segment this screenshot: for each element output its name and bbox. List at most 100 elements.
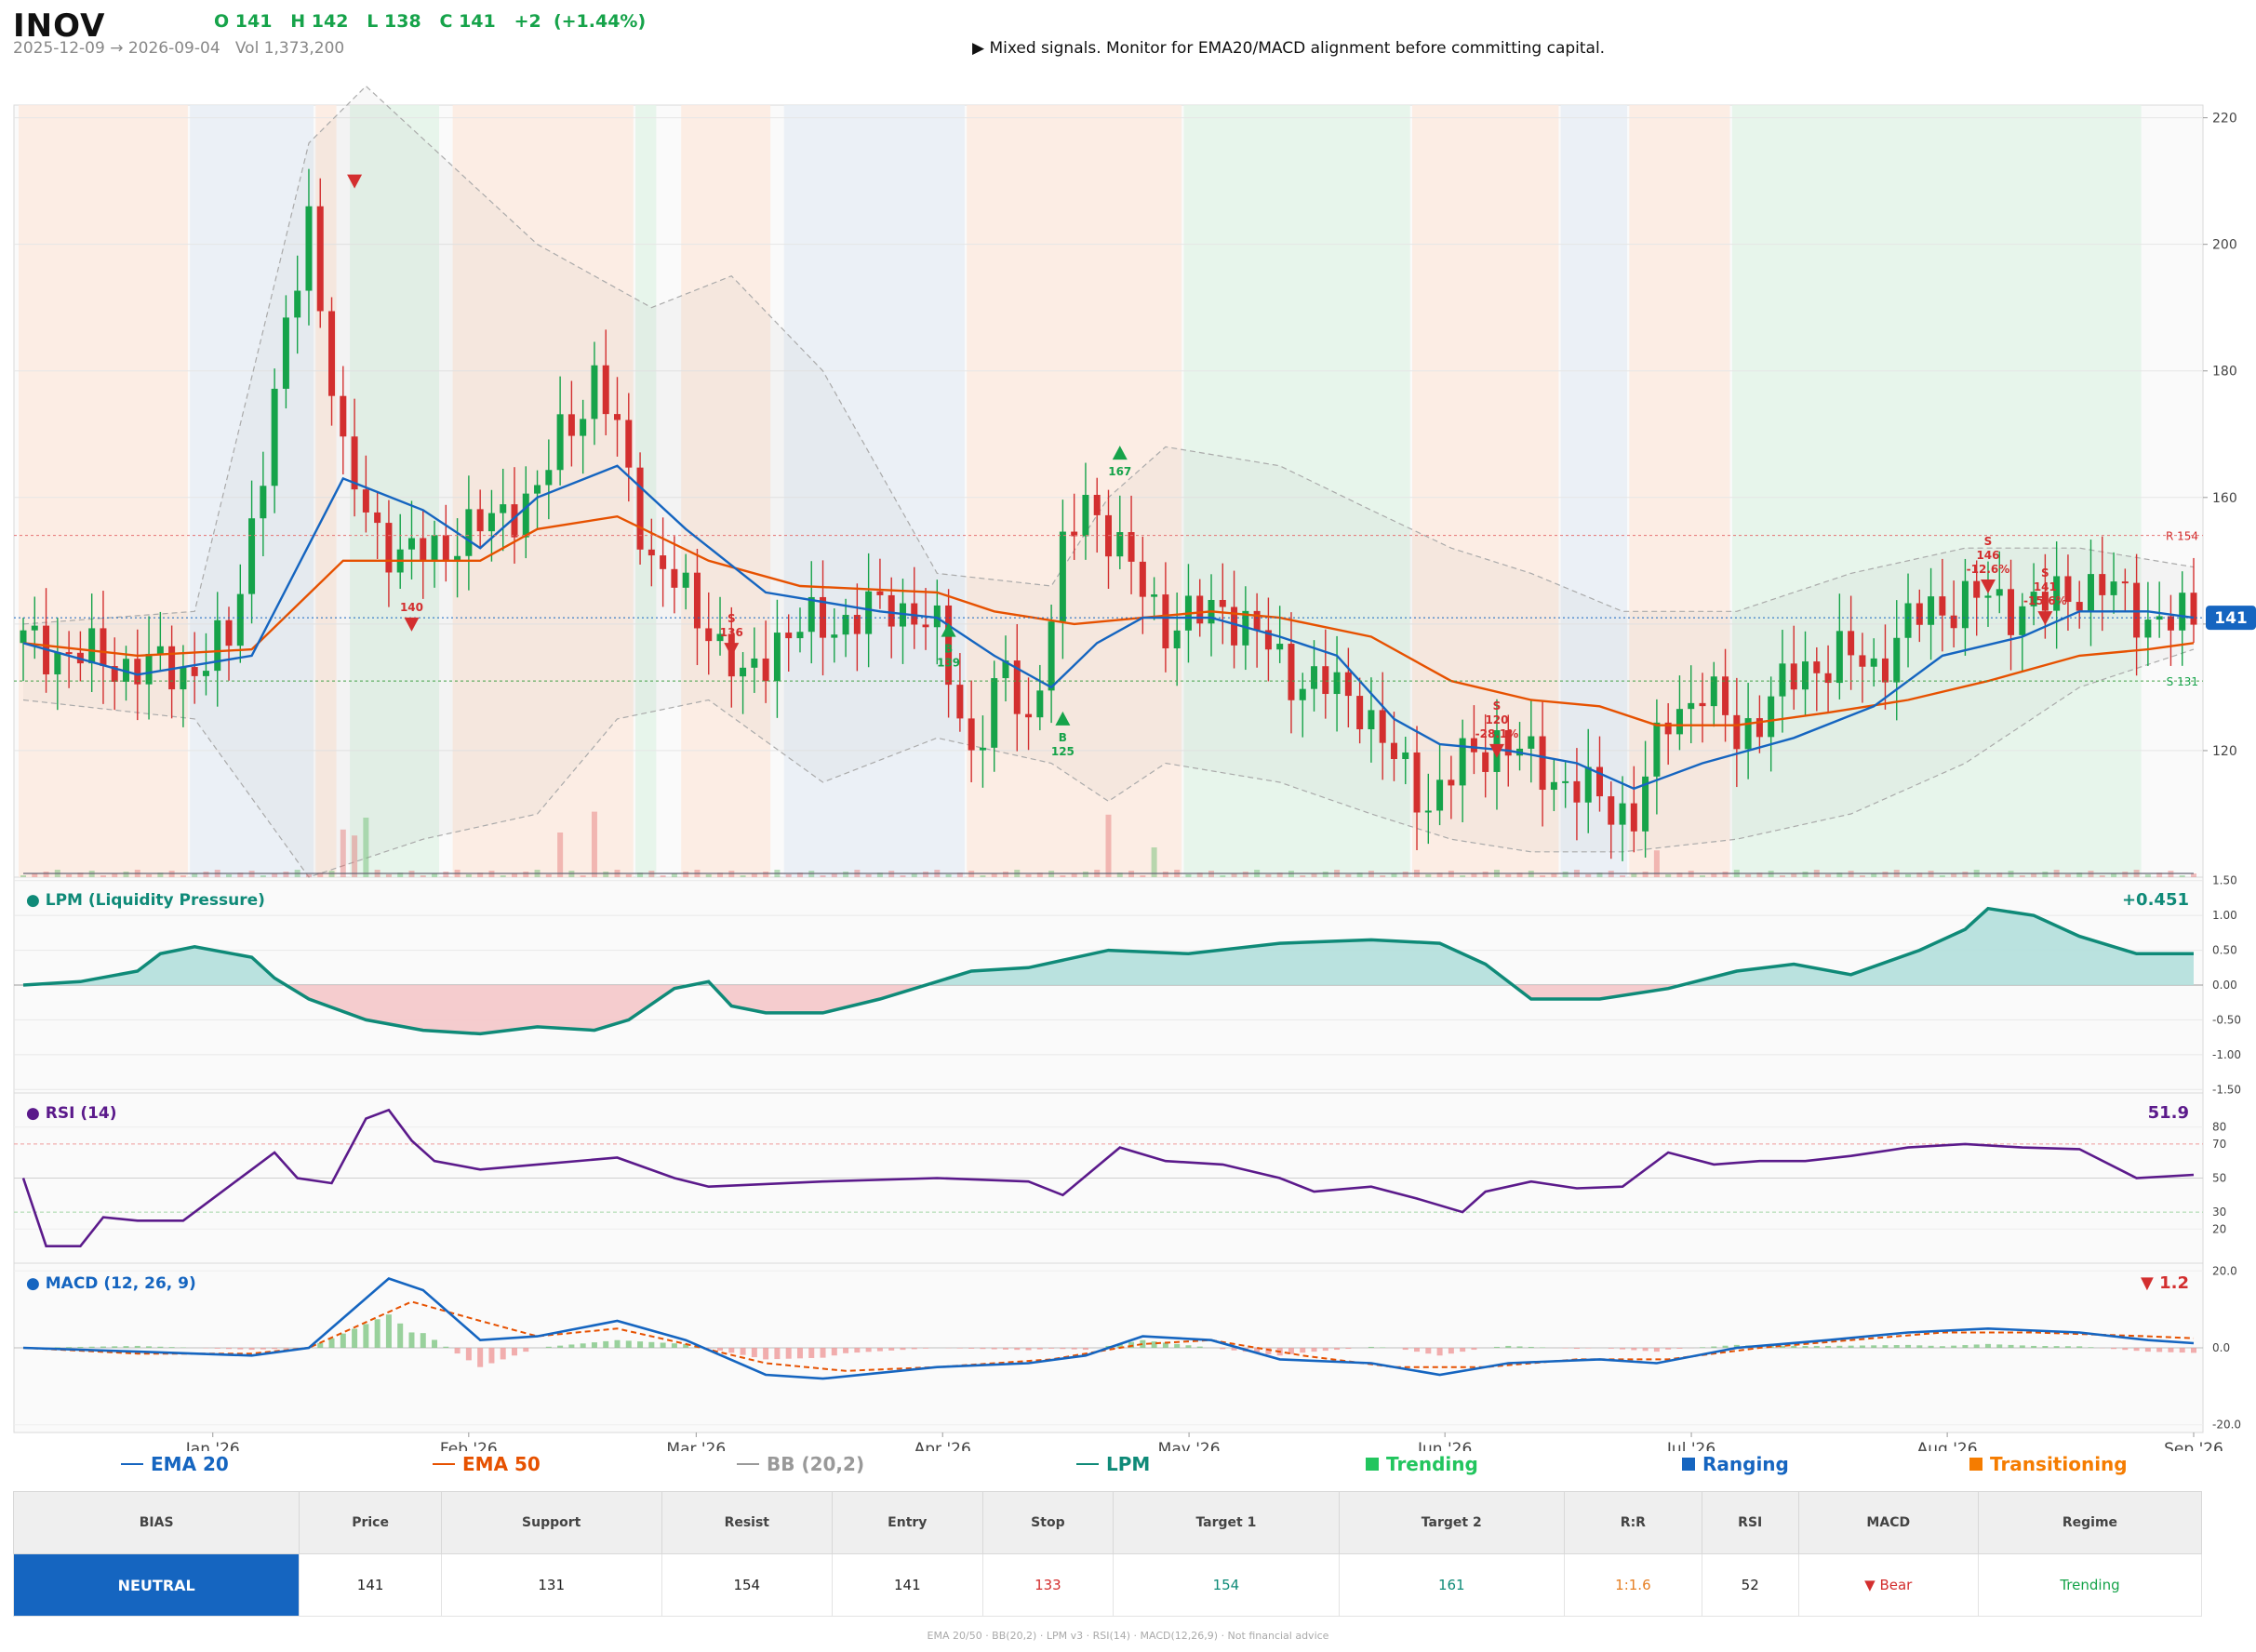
candle-body — [236, 593, 244, 646]
candle-body — [647, 549, 655, 556]
macd-histogram-bar — [2133, 1348, 2140, 1352]
macd-histogram-bar — [2122, 1348, 2129, 1351]
candle-body — [580, 419, 587, 436]
macd-histogram-bar — [980, 1348, 986, 1350]
price-tick-label: 180 — [2212, 365, 2237, 380]
macd-histogram-bar — [1540, 1347, 1546, 1348]
macd-histogram-bar — [1962, 1345, 1969, 1348]
macd-histogram-bar — [1951, 1345, 1957, 1348]
candle-body — [591, 365, 598, 420]
candle-body — [1813, 661, 1821, 673]
macd-histogram-bar — [283, 1348, 289, 1349]
summary-header-bias: BIAS — [12, 1491, 300, 1554]
candle-body — [1036, 690, 1044, 718]
macd-histogram-bar — [1642, 1348, 1649, 1352]
macd-histogram-bar — [112, 1346, 118, 1348]
legend-trending: Trending — [1366, 1453, 1478, 1475]
macd-histogram-bar — [911, 1348, 917, 1350]
candle-body — [785, 633, 793, 639]
support-label: S 131 — [2167, 675, 2198, 688]
volume-bar — [523, 872, 529, 877]
volume-bar — [1300, 875, 1306, 877]
macd-histogram-bar — [1368, 1346, 1374, 1348]
macd-histogram-bar — [511, 1348, 517, 1356]
candle-body — [1961, 580, 1969, 629]
trade-marker-label: -15.6% — [2023, 594, 2067, 607]
volume-bar — [1242, 872, 1248, 877]
legend-ranging: Ranging — [1682, 1453, 1789, 1475]
volume-bar — [465, 874, 472, 877]
volume-bar — [545, 874, 552, 877]
volume-bar — [283, 872, 289, 877]
candle-body — [271, 388, 278, 486]
legend-ema20: EMA 20 — [121, 1453, 229, 1475]
candle-body — [1025, 713, 1033, 718]
macd-histogram-bar — [1334, 1348, 1341, 1351]
volume-bar — [580, 875, 586, 877]
macd-histogram-bar — [237, 1348, 244, 1350]
macd-histogram-bar — [2168, 1348, 2174, 1352]
volume-bar — [1905, 874, 1912, 877]
chart-area: 220200180160140120R 154S 131141140S136B1… — [13, 85, 2256, 1451]
macd-histogram-bar — [1813, 1345, 1820, 1348]
trade-marker-label: 120 — [1485, 713, 1508, 726]
macd-histogram-bar — [1791, 1345, 1797, 1348]
macd-histogram-bar — [1048, 1348, 1055, 1349]
macd-histogram-bar — [568, 1344, 575, 1348]
volume-bar — [226, 874, 233, 877]
volume-bar — [1802, 872, 1809, 877]
macd-histogram-bar — [1414, 1348, 1421, 1352]
rsi-tick-label: 80 — [2212, 1121, 2226, 1134]
candle-body — [1928, 596, 1935, 625]
macd-histogram-bar — [1573, 1348, 1580, 1350]
volume-bar — [557, 833, 564, 877]
macd-histogram-bar — [1859, 1345, 1865, 1348]
volume-bar — [1265, 874, 1272, 877]
volume-bar — [1665, 874, 1672, 877]
summary-table: BIAS Price Support Resist Entry Stop Tar… — [12, 1491, 2203, 1617]
candle-body — [1379, 710, 1386, 743]
candle-body — [420, 538, 427, 562]
trade-marker-label: S — [728, 612, 736, 625]
macd-histogram-bar — [1436, 1348, 1443, 1356]
summary-value-row: NEUTRAL 141 131 154 141 133 154 161 1:1.… — [12, 1553, 2203, 1617]
candle-body — [305, 206, 313, 291]
volume-bar — [763, 872, 769, 877]
macd-histogram-bar — [2042, 1346, 2049, 1348]
volume-bar — [1002, 872, 1008, 877]
volume-bar — [1562, 872, 1569, 877]
macd-histogram-bar — [157, 1346, 164, 1348]
macd-histogram-bar — [831, 1348, 837, 1356]
macd-histogram-bar — [1071, 1348, 1077, 1350]
candle-body — [2110, 581, 2117, 595]
macd-histogram-bar — [1528, 1346, 1534, 1348]
macd-histogram-bar — [808, 1348, 815, 1358]
macd-histogram-bar — [991, 1348, 997, 1350]
volume-bar — [591, 811, 597, 877]
macd-histogram-bar — [1653, 1348, 1660, 1352]
candle-body — [2133, 582, 2141, 638]
candle-body — [202, 671, 209, 676]
summary-target1: 154 — [1113, 1553, 1340, 1617]
candle-body — [933, 605, 941, 628]
trade-marker-label: 125 — [1051, 745, 1075, 758]
volume-bar — [1185, 874, 1192, 877]
summary-header-support: Support — [440, 1491, 662, 1554]
macd-histogram-bar — [1345, 1348, 1352, 1350]
macd-histogram-bar — [1311, 1348, 1317, 1352]
macd-histogram-bar — [717, 1348, 724, 1351]
candle-body — [922, 624, 929, 628]
volume-bar — [1745, 874, 1752, 877]
candle-body — [500, 504, 507, 513]
volume-bar — [260, 875, 266, 877]
volume-bar — [923, 872, 929, 877]
macd-histogram-bar — [146, 1346, 153, 1348]
macd-histogram-bar — [1174, 1343, 1181, 1348]
candle-body — [1608, 796, 1615, 825]
candle-body — [282, 317, 289, 389]
macd-histogram-bar — [317, 1342, 324, 1348]
summary-macd: ▼ Bear — [1797, 1553, 1979, 1617]
candle-body — [180, 667, 187, 690]
candle-body — [1299, 688, 1306, 700]
lpm-tick-label: 1.00 — [2212, 909, 2237, 922]
